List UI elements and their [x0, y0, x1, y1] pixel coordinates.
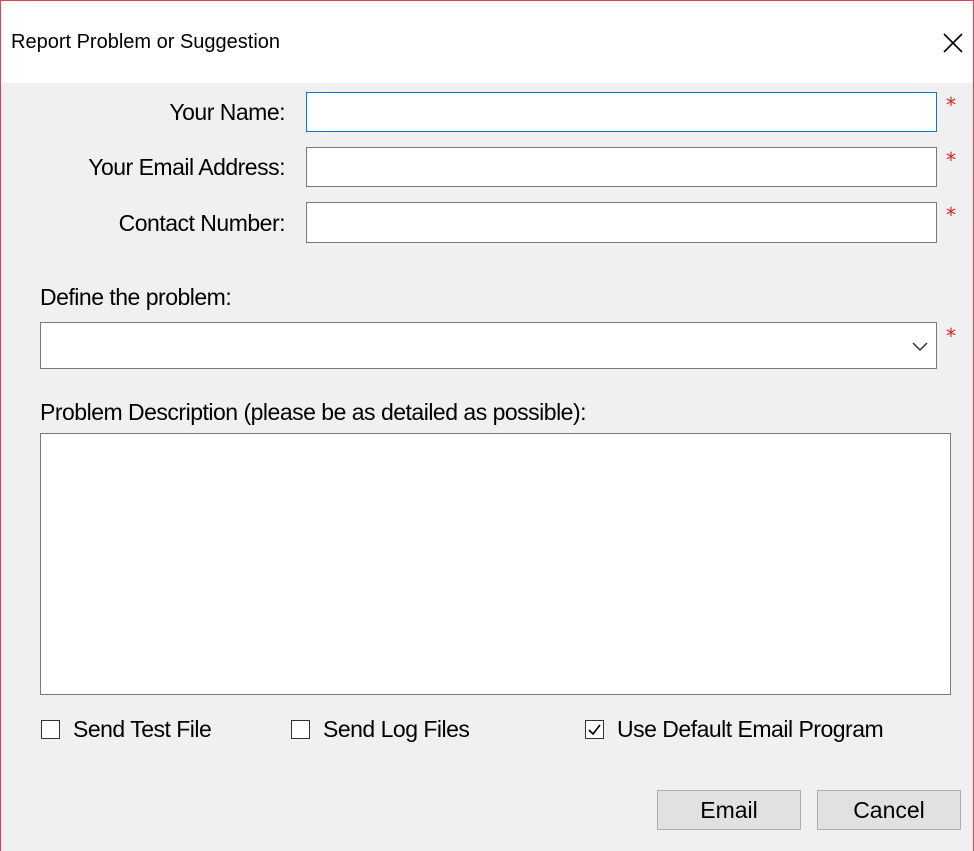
email-address-label: Your Email Address:	[88, 154, 285, 180]
cancel-button[interactable]: Cancel	[817, 790, 961, 830]
problem-description-textarea[interactable]	[41, 434, 950, 694]
define-problem-label: Define the problem:	[40, 284, 232, 310]
your-name-input[interactable]	[307, 93, 936, 131]
send-test-file-option[interactable]: Send Test File	[41, 716, 212, 743]
your-name-field[interactable]	[306, 92, 937, 132]
window-title: Report Problem or Suggestion	[11, 31, 281, 53]
send-test-file-label: Send Test File	[73, 716, 212, 742]
contact-number-label: Contact Number:	[118, 210, 286, 236]
use-default-email-option[interactable]: Use Default Email Program	[585, 716, 884, 743]
your-name-required-marker: *	[946, 93, 956, 117]
contact-number-field[interactable]	[306, 202, 937, 243]
contact-number-required-marker: *	[946, 203, 956, 227]
email-address-field[interactable]	[306, 147, 937, 187]
problem-type-required-marker: *	[946, 324, 956, 348]
email-address-required-marker: *	[946, 148, 956, 172]
close-icon	[943, 33, 963, 53]
email-button[interactable]: Email	[657, 790, 801, 830]
report-problem-dialog: Report Problem or Suggestion Your Name: …	[0, 0, 974, 851]
email-address-input[interactable]	[307, 148, 936, 186]
title-bar: Report Problem or Suggestion	[1, 1, 973, 83]
close-button[interactable]	[936, 26, 970, 60]
checkmark-icon	[588, 724, 601, 736]
send-log-files-label: Send Log Files	[323, 716, 470, 742]
contact-number-input[interactable]	[307, 203, 936, 242]
your-name-label: Your Name:	[169, 99, 285, 125]
chevron-down-icon	[912, 342, 928, 352]
use-default-email-checkbox[interactable]	[585, 720, 604, 739]
send-test-file-checkbox[interactable]	[41, 720, 60, 739]
problem-type-dropdown[interactable]	[40, 322, 937, 369]
problem-description-label: Problem Description (please be as detail…	[40, 399, 587, 425]
use-default-email-label: Use Default Email Program	[617, 716, 884, 742]
send-log-files-checkbox[interactable]	[291, 720, 310, 739]
problem-description-field[interactable]	[40, 433, 951, 695]
send-log-files-option[interactable]: Send Log Files	[291, 716, 470, 743]
